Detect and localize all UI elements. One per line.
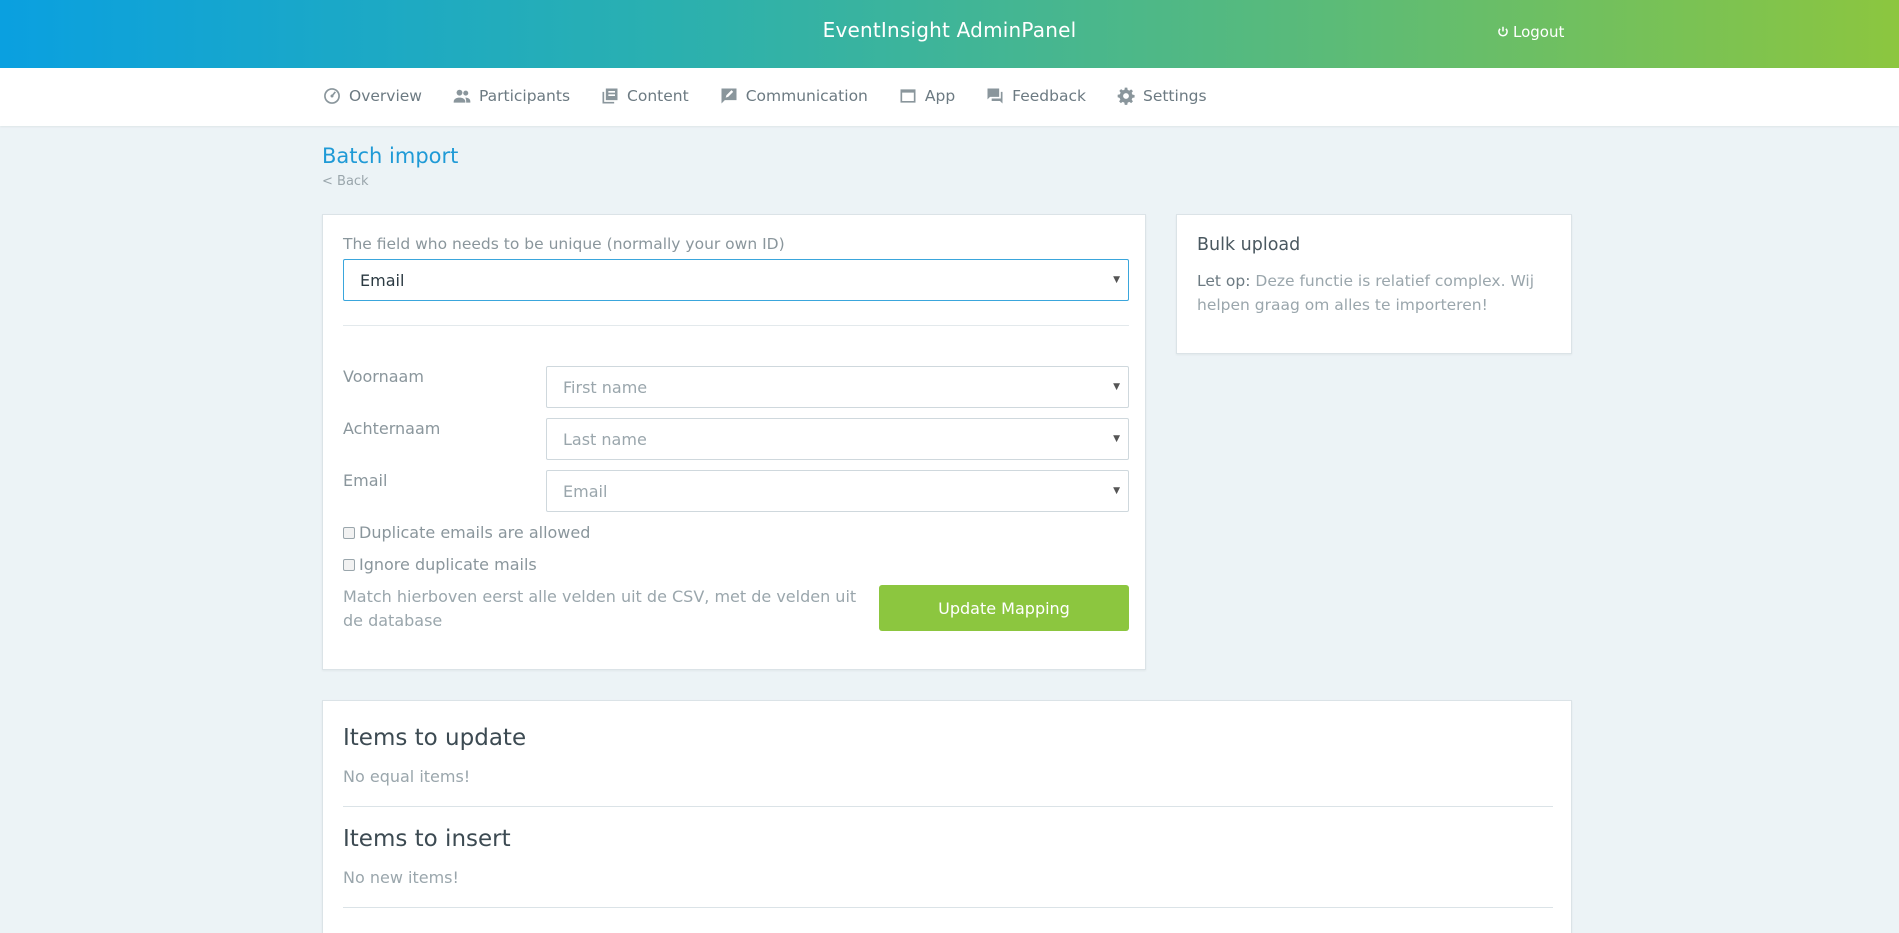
unique-field-label: The field who needs to be unique (normal…: [343, 235, 785, 253]
note-prefix: Let op:: [1197, 272, 1251, 290]
select-value: Email: [563, 481, 608, 501]
divider: [343, 907, 1553, 908]
items-to-update-title: Items to update: [343, 725, 527, 751]
mapping-label-voornaam: Voornaam: [343, 367, 424, 386]
nav-item-communication[interactable]: Communication: [719, 86, 868, 106]
checkbox-label: Ignore duplicate mails: [359, 555, 537, 574]
mapping-label-email: Email: [343, 471, 388, 490]
nav-item-content[interactable]: Content: [600, 86, 689, 106]
checkbox-box[interactable]: [343, 526, 355, 539]
nav-label: App: [924, 87, 956, 105]
content-icon: [602, 88, 618, 104]
main-nav: Overview Participants Content Communicat…: [0, 68, 1899, 126]
nav-item-feedback[interactable]: Feedback: [985, 86, 1086, 106]
checkbox-box[interactable]: [343, 558, 355, 571]
bulk-upload-title: Bulk upload: [1197, 235, 1301, 255]
import-results-card: Items to update No equal items! Items to…: [322, 700, 1572, 933]
mapping-select-email[interactable]: Email ▼: [546, 470, 1129, 512]
app-window-icon: [900, 89, 916, 103]
mapping-select-achternaam[interactable]: Last name ▼: [546, 418, 1129, 460]
bulk-upload-note: Let op: Deze functie is relatief complex…: [1197, 269, 1557, 317]
logout-label: Logout: [1513, 23, 1565, 41]
top-header: EventInsight AdminPanel Logout: [0, 0, 1899, 68]
page-title: Batch import: [322, 144, 459, 168]
unique-field-select[interactable]: Email ▼: [343, 259, 1129, 301]
nav-label: Feedback: [1012, 87, 1086, 105]
dropdown-arrow-icon: ▼: [1113, 382, 1120, 392]
people-icon: [453, 89, 471, 103]
power-icon: [1498, 26, 1508, 37]
divider: [343, 325, 1129, 326]
feedback-icon: [987, 88, 1003, 104]
dropdown-arrow-icon: ▼: [1113, 434, 1120, 444]
nav-item-app[interactable]: App: [898, 86, 955, 106]
bulk-upload-card: Bulk upload Let op: Deze functie is rela…: [1176, 214, 1572, 354]
nav-label: Overview: [349, 87, 422, 105]
items-to-insert-title: Items to insert: [343, 826, 511, 852]
ignore-duplicates-checkbox[interactable]: Ignore duplicate mails: [343, 555, 537, 574]
duplicates-allowed-checkbox[interactable]: Duplicate emails are allowed: [343, 523, 590, 542]
dropdown-arrow-icon: ▼: [1113, 275, 1120, 285]
import-mapping-card: The field who needs to be unique (normal…: [322, 214, 1146, 670]
gear-icon: [1117, 87, 1135, 105]
dropdown-arrow-icon: ▼: [1113, 486, 1120, 496]
app-title: EventInsight AdminPanel: [822, 18, 1077, 42]
divider: [343, 806, 1553, 807]
nav-label: Settings: [1142, 87, 1207, 105]
update-mapping-button[interactable]: Update Mapping: [879, 585, 1129, 631]
mapping-hint-text: Match hierboven eerst alle velden uit de…: [343, 587, 857, 630]
logout-button[interactable]: Logout: [1496, 23, 1564, 41]
nav-item-participants[interactable]: Participants: [452, 86, 570, 106]
back-link[interactable]: < Back: [322, 174, 369, 189]
dashboard-icon: [324, 88, 340, 104]
items-to-update-text: No equal items!: [343, 767, 471, 786]
select-value: Last name: [563, 429, 647, 449]
select-value: Email: [360, 270, 405, 290]
nav-label: Participants: [478, 87, 571, 105]
message-edit-icon: [721, 88, 737, 104]
nav-label: Communication: [745, 87, 868, 105]
nav-label: Content: [627, 87, 689, 105]
select-value: First name: [563, 377, 648, 397]
nav-item-overview[interactable]: Overview: [322, 86, 422, 106]
items-to-insert-text: No new items!: [343, 868, 459, 887]
mapping-label-achternaam: Achternaam: [343, 419, 441, 438]
checkbox-label: Duplicate emails are allowed: [359, 523, 591, 542]
nav-item-settings[interactable]: Settings: [1116, 86, 1207, 106]
mapping-select-voornaam[interactable]: First name ▼: [546, 366, 1129, 408]
